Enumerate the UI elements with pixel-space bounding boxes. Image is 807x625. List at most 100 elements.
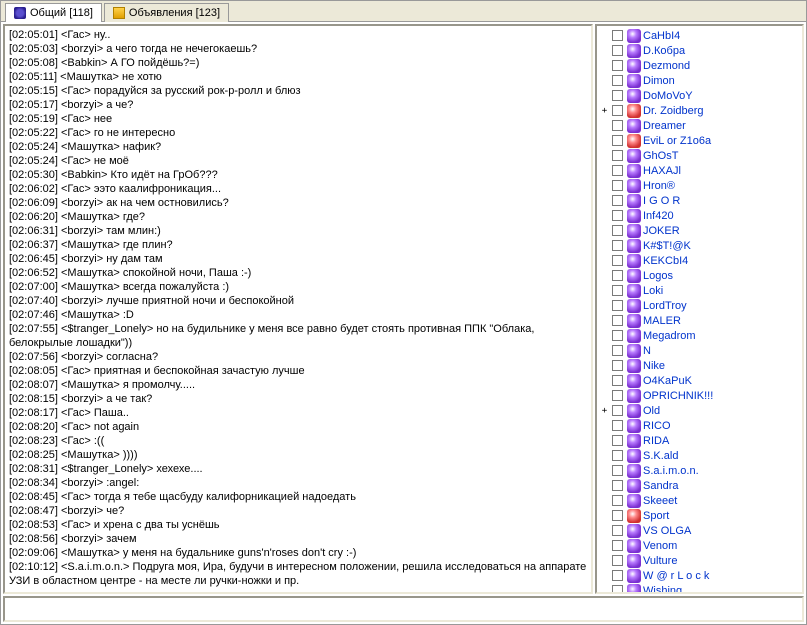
user-name[interactable]: RIDA: [643, 435, 669, 447]
user-row[interactable]: Sport: [599, 508, 800, 523]
user-checkbox[interactable]: [612, 270, 623, 281]
user-checkbox[interactable]: [612, 255, 623, 266]
user-name[interactable]: Sport: [643, 510, 669, 522]
user-name[interactable]: N: [643, 345, 651, 357]
user-checkbox[interactable]: [612, 465, 623, 476]
user-name[interactable]: Dezmond: [643, 60, 690, 72]
user-row[interactable]: S.K.ald: [599, 448, 800, 463]
user-name[interactable]: Nike: [643, 360, 665, 372]
user-row[interactable]: Nike: [599, 358, 800, 373]
user-row[interactable]: Hron®: [599, 178, 800, 193]
user-row[interactable]: MALER: [599, 313, 800, 328]
user-row[interactable]: K#$T!@K: [599, 238, 800, 253]
user-name[interactable]: Loki: [643, 285, 663, 297]
user-name[interactable]: Venom: [643, 540, 677, 552]
user-row[interactable]: RICO: [599, 418, 800, 433]
user-name[interactable]: Hron®: [643, 180, 675, 192]
user-checkbox[interactable]: [612, 315, 623, 326]
user-row[interactable]: + Dr. Zoidberg: [599, 103, 800, 118]
user-name[interactable]: VS OLGA: [643, 525, 691, 537]
user-list[interactable]: CaHbI4 D.Кобра DezmondDimonDoMoVoY + Dr. Zoi…: [597, 26, 802, 592]
user-name[interactable]: MALER: [643, 315, 681, 327]
user-row[interactable]: LordTroy: [599, 298, 800, 313]
user-row[interactable]: Logos: [599, 268, 800, 283]
user-name[interactable]: LordTroy: [643, 300, 687, 312]
tab-1[interactable]: Объявления [123]: [104, 3, 229, 22]
user-name[interactable]: Dreamer: [643, 120, 686, 132]
user-name[interactable]: OPRICHNIK!!!: [643, 390, 713, 402]
chat-log[interactable]: [02:05:01] <Гас> ну..[02:05:03] <borzyi>…: [5, 26, 591, 592]
user-row[interactable]: Inf420: [599, 208, 800, 223]
user-row[interactable]: HAXAJl: [599, 163, 800, 178]
user-row[interactable]: RIDA: [599, 433, 800, 448]
user-row[interactable]: KEKCbI4: [599, 253, 800, 268]
user-checkbox[interactable]: [612, 555, 623, 566]
user-checkbox[interactable]: [612, 585, 623, 592]
user-checkbox[interactable]: [612, 105, 623, 116]
user-checkbox[interactable]: [612, 510, 623, 521]
user-checkbox[interactable]: [612, 45, 623, 56]
user-row[interactable]: Skeeet: [599, 493, 800, 508]
user-name[interactable]: K#$T!@K: [643, 240, 691, 252]
user-checkbox[interactable]: [612, 480, 623, 491]
user-row[interactable]: Wishing: [599, 583, 800, 592]
user-row[interactable]: Loki: [599, 283, 800, 298]
user-row[interactable]: OPRICHNIK!!!: [599, 388, 800, 403]
user-row[interactable]: CaHbI4: [599, 28, 800, 43]
user-name[interactable]: KEKCbI4: [643, 255, 688, 267]
user-name[interactable]: S.K.ald: [643, 450, 678, 462]
user-checkbox[interactable]: [612, 540, 623, 551]
user-checkbox[interactable]: [612, 60, 623, 71]
user-checkbox[interactable]: [612, 405, 623, 416]
user-row[interactable]: Sandra: [599, 478, 800, 493]
user-name[interactable]: W @ r L o c k: [643, 570, 709, 582]
tab-0[interactable]: Общий [118]: [5, 3, 102, 22]
user-checkbox[interactable]: [612, 375, 623, 386]
user-row[interactable]: Megadrom: [599, 328, 800, 343]
user-checkbox[interactable]: [612, 450, 623, 461]
user-checkbox[interactable]: [612, 90, 623, 101]
user-name[interactable]: Dr. Zoidberg: [643, 105, 704, 117]
user-row[interactable]: N: [599, 343, 800, 358]
user-row[interactable]: DoMoVoY: [599, 88, 800, 103]
user-name[interactable]: RICO: [643, 420, 671, 432]
user-name[interactable]: Sandra: [643, 480, 678, 492]
user-name[interactable]: S.a.i.m.o.n.: [643, 465, 699, 477]
user-name[interactable]: Skeeet: [643, 495, 677, 507]
user-checkbox[interactable]: [612, 150, 623, 161]
user-row[interactable]: GhOsT: [599, 148, 800, 163]
user-name[interactable]: Megadrom: [643, 330, 696, 342]
user-checkbox[interactable]: [612, 390, 623, 401]
tree-expander[interactable]: +: [599, 406, 610, 416]
user-checkbox[interactable]: [612, 75, 623, 86]
user-checkbox[interactable]: [612, 525, 623, 536]
user-checkbox[interactable]: [612, 570, 623, 581]
user-checkbox[interactable]: [612, 435, 623, 446]
user-checkbox[interactable]: [612, 360, 623, 371]
user-name[interactable]: Vulture: [643, 555, 677, 567]
user-checkbox[interactable]: [612, 135, 623, 146]
user-name[interactable]: EviL or Z1o6a: [643, 135, 711, 147]
user-row[interactable]: VS OLGA: [599, 523, 800, 538]
user-name[interactable]: Wishing: [643, 585, 682, 593]
user-row[interactable]: Dimon: [599, 73, 800, 88]
user-checkbox[interactable]: [612, 300, 623, 311]
user-name[interactable]: O4KaPuK: [643, 375, 692, 387]
user-row[interactable]: Vulture: [599, 553, 800, 568]
user-checkbox[interactable]: [612, 330, 623, 341]
user-checkbox[interactable]: [612, 495, 623, 506]
user-row[interactable]: D.Кобра: [599, 43, 800, 58]
user-row[interactable]: JOKER: [599, 223, 800, 238]
user-name[interactable]: D.Кобра: [643, 45, 685, 57]
user-row[interactable]: S.a.i.m.o.n.: [599, 463, 800, 478]
user-name[interactable]: I G O R: [643, 195, 680, 207]
user-checkbox[interactable]: [612, 210, 623, 221]
tree-expander[interactable]: +: [599, 106, 610, 116]
user-row[interactable]: Dezmond: [599, 58, 800, 73]
user-checkbox[interactable]: [612, 30, 623, 41]
user-name[interactable]: JOKER: [643, 225, 680, 237]
user-name[interactable]: CaHbI4: [643, 30, 680, 42]
user-checkbox[interactable]: [612, 165, 623, 176]
user-checkbox[interactable]: [612, 180, 623, 191]
user-row[interactable]: O4KaPuK: [599, 373, 800, 388]
